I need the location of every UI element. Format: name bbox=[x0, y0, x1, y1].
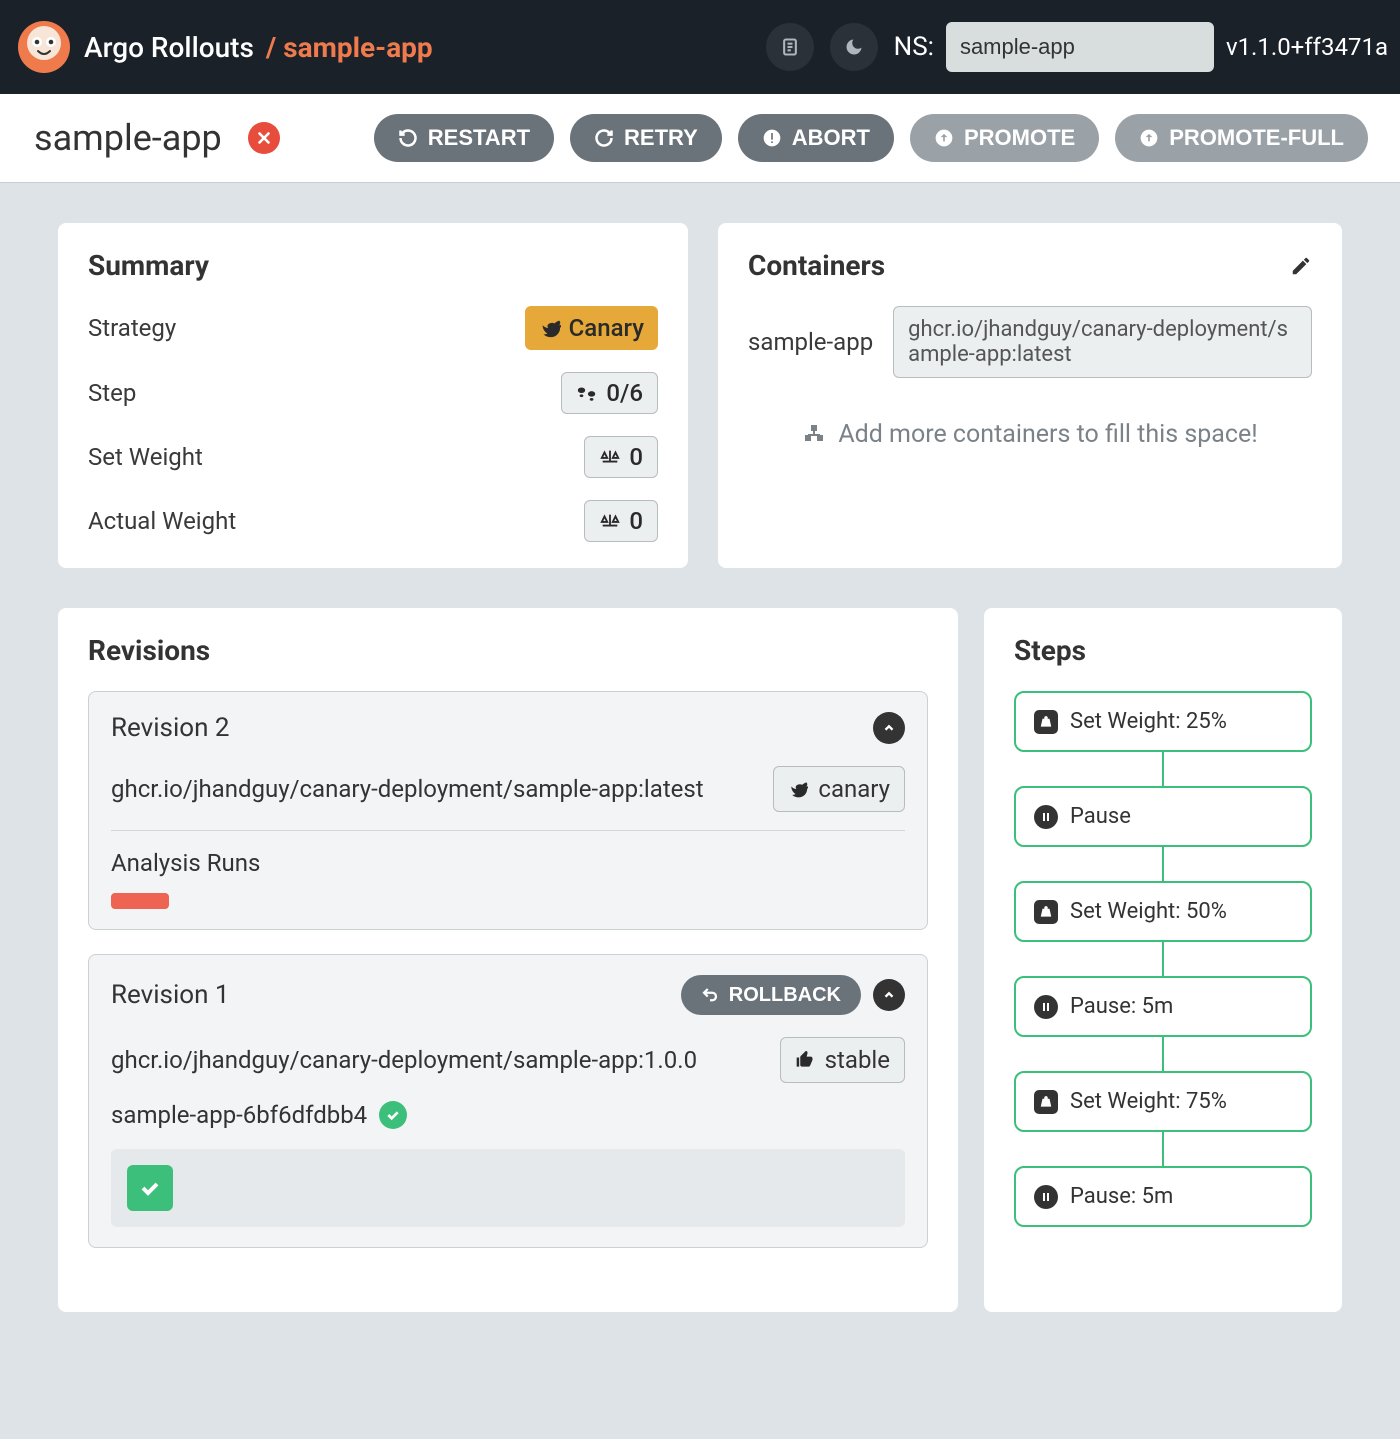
container-row: sample-app ghcr.io/jhandguy/canary-deplo… bbox=[748, 306, 1312, 378]
dove-icon bbox=[539, 317, 561, 339]
pod-grid bbox=[111, 1149, 905, 1227]
boxes-icon bbox=[802, 423, 826, 447]
step-item: Set Weight: 25% bbox=[1014, 691, 1312, 752]
summary-title: Summary bbox=[88, 249, 658, 282]
abort-icon bbox=[762, 128, 782, 148]
analysis-run-indicator[interactable] bbox=[111, 893, 169, 909]
status-degraded-icon bbox=[248, 122, 280, 154]
pause-icon bbox=[1034, 805, 1058, 829]
containers-title: Containers bbox=[748, 249, 885, 282]
revisions-title: Revisions bbox=[88, 634, 928, 667]
shoe-prints-icon bbox=[576, 384, 598, 402]
step-connector bbox=[1162, 1037, 1164, 1071]
step-connector bbox=[1162, 942, 1164, 976]
step-badge: 0/6 bbox=[561, 372, 658, 414]
dark-mode-toggle[interactable] bbox=[830, 23, 878, 71]
canary-tag: canary bbox=[773, 766, 905, 812]
docs-button[interactable] bbox=[766, 23, 814, 71]
revision-block: Revision 2 ghcr.io/jhandguy/canary-deplo… bbox=[88, 691, 928, 930]
dove-icon bbox=[788, 779, 808, 799]
page-title: sample-app bbox=[34, 117, 222, 159]
balance-scale-icon bbox=[599, 448, 621, 466]
abort-button[interactable]: ABORT bbox=[738, 114, 894, 162]
container-name: sample-app bbox=[748, 328, 873, 356]
weight-icon bbox=[1034, 710, 1058, 734]
weight-icon bbox=[1034, 900, 1058, 924]
promote-icon bbox=[934, 128, 954, 148]
revision-title: Revision 2 bbox=[111, 713, 230, 743]
strategy-badge: Canary bbox=[525, 306, 658, 350]
weight-icon bbox=[1034, 1090, 1058, 1114]
replicaset-row: sample-app-6bf6dfdbb4 bbox=[111, 1101, 905, 1129]
stable-tag: stable bbox=[780, 1037, 905, 1083]
retry-icon bbox=[594, 128, 614, 148]
restart-icon bbox=[398, 128, 418, 148]
step-connector bbox=[1162, 847, 1164, 881]
replicaset-name: sample-app-6bf6dfdbb4 bbox=[111, 1101, 367, 1129]
version-label: v1.1.0+ff3471a bbox=[1226, 33, 1388, 61]
breadcrumb: / sample-app bbox=[266, 31, 433, 64]
edit-containers-icon[interactable] bbox=[1290, 255, 1312, 277]
check-circle-icon bbox=[379, 1101, 407, 1129]
divider bbox=[111, 830, 905, 831]
revision-title: Revision 1 bbox=[111, 980, 230, 1010]
argo-logo bbox=[16, 19, 72, 75]
step-connector bbox=[1162, 1132, 1164, 1166]
summary-card: Summary Strategy Canary Step 0/6 Set Wei… bbox=[58, 223, 688, 568]
restart-button[interactable]: RESTART bbox=[374, 114, 554, 162]
steps-list: Set Weight: 25% Pause Set Weight: 50% Pa… bbox=[1014, 691, 1312, 1227]
thumbs-up-icon bbox=[795, 1050, 815, 1070]
step-item: Set Weight: 50% bbox=[1014, 881, 1312, 942]
collapse-toggle[interactable] bbox=[873, 712, 905, 744]
revision-block: Revision 1 ROLLBACK ghcr.io/jhandguy/can… bbox=[88, 954, 928, 1248]
promote-full-icon bbox=[1139, 128, 1159, 148]
step-item: Set Weight: 75% bbox=[1014, 1071, 1312, 1132]
step-item: Pause: 5m bbox=[1014, 1166, 1312, 1227]
actual-weight-badge: 0 bbox=[584, 500, 658, 542]
balance-scale-icon bbox=[599, 512, 621, 530]
undo-icon bbox=[701, 986, 719, 1004]
namespace-input[interactable] bbox=[946, 22, 1214, 72]
breadcrumb-app-name[interactable]: sample-app bbox=[283, 31, 432, 64]
revisions-card: Revisions Revision 2 ghcr.io/jhandguy/ca… bbox=[58, 608, 958, 1312]
set-weight-label: Set Weight bbox=[88, 443, 203, 471]
analysis-runs-label: Analysis Runs bbox=[111, 849, 905, 877]
namespace-label: NS: bbox=[894, 32, 934, 62]
revision-image: ghcr.io/jhandguy/canary-deployment/sampl… bbox=[111, 1046, 760, 1074]
add-containers-hint: Add more containers to fill this space! bbox=[748, 408, 1312, 461]
step-connector bbox=[1162, 752, 1164, 786]
containers-card: Containers sample-app ghcr.io/jhandguy/c… bbox=[718, 223, 1342, 568]
steps-title: Steps bbox=[1014, 634, 1312, 667]
steps-card: Steps Set Weight: 25% Pause Set Weight: … bbox=[984, 608, 1342, 1312]
pod-healthy[interactable] bbox=[127, 1165, 173, 1211]
container-image[interactable]: ghcr.io/jhandguy/canary-deployment/sampl… bbox=[893, 306, 1312, 378]
action-bar: sample-app RESTART RETRY ABORT PROMOTE P… bbox=[0, 94, 1400, 183]
retry-button[interactable]: RETRY bbox=[570, 114, 722, 162]
topbar: Argo Rollouts / sample-app NS: v1.1.0+ff… bbox=[0, 0, 1400, 94]
content: Summary Strategy Canary Step 0/6 Set Wei… bbox=[0, 183, 1400, 1352]
promote-button[interactable]: PROMOTE bbox=[910, 114, 1099, 162]
revision-image: ghcr.io/jhandguy/canary-deployment/sampl… bbox=[111, 775, 753, 803]
pause-icon bbox=[1034, 1185, 1058, 1209]
strategy-label: Strategy bbox=[88, 314, 176, 342]
promote-full-button[interactable]: PROMOTE-FULL bbox=[1115, 114, 1368, 162]
step-label: Step bbox=[88, 379, 136, 407]
actual-weight-label: Actual Weight bbox=[88, 507, 236, 535]
step-item: Pause: 5m bbox=[1014, 976, 1312, 1037]
rollback-button[interactable]: ROLLBACK bbox=[681, 975, 861, 1015]
step-item: Pause bbox=[1014, 786, 1312, 847]
pause-icon bbox=[1034, 995, 1058, 1019]
brand-name: Argo Rollouts bbox=[84, 31, 254, 64]
collapse-toggle[interactable] bbox=[873, 979, 905, 1011]
set-weight-badge: 0 bbox=[584, 436, 658, 478]
